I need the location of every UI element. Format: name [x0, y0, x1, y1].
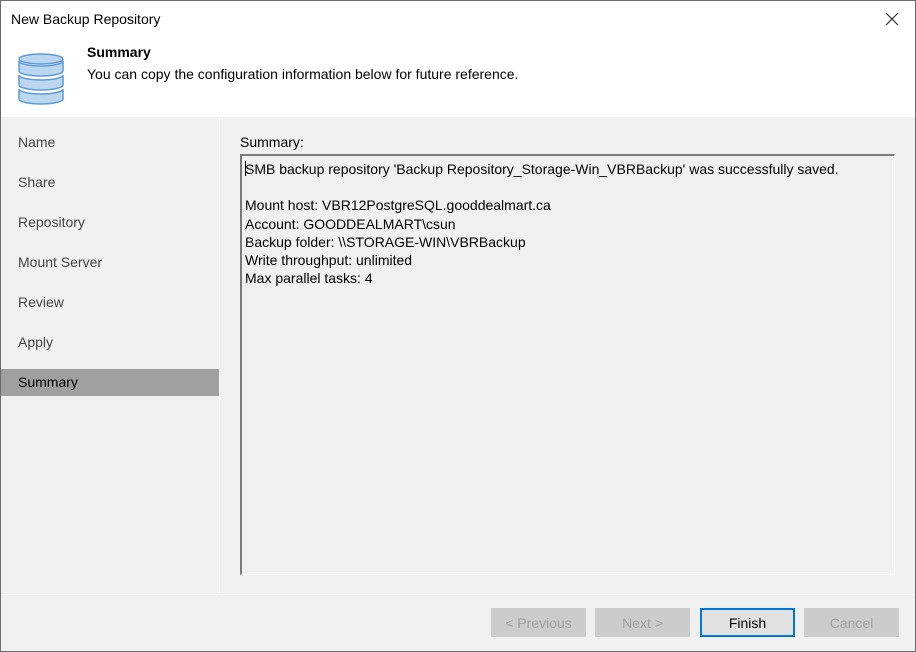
summary-line — [245, 178, 891, 196]
cancel-button[interactable]: Cancel — [804, 608, 899, 637]
step-review[interactable]: Review — [1, 289, 219, 316]
summary-line: Write throughput: unlimited — [245, 252, 413, 269]
title-bar: New Backup Repository — [1, 1, 915, 37]
database-icon — [18, 53, 64, 105]
step-title: Summary — [87, 44, 151, 60]
next-button[interactable]: Next > — [595, 608, 690, 637]
summary-line: Mount host: VBR12PostgreSQL.gooddealmart… — [245, 197, 551, 214]
previous-button[interactable]: < Previous — [491, 608, 586, 637]
summary-line: Max parallel tasks: 4 — [245, 270, 373, 287]
new-backup-repository-dialog: New Backup Repository Summary You can co… — [0, 0, 916, 652]
summary-line: Backup folder: \\STORAGE-WIN\VBRBackup — [245, 233, 526, 250]
summary-textbox[interactable]: SMB backup repository 'Backup Repository… — [240, 154, 895, 575]
step-summary[interactable]: Summary — [1, 369, 219, 396]
close-button[interactable] — [869, 1, 915, 37]
finish-button[interactable]: Finish — [700, 608, 795, 637]
step-share[interactable]: Share — [1, 169, 219, 196]
step-description: You can copy the configuration informati… — [87, 66, 519, 82]
step-name[interactable]: Name — [1, 129, 219, 156]
wizard-header: Summary You can copy the configuration i… — [1, 37, 915, 117]
step-repository[interactable]: Repository — [1, 209, 219, 236]
summary-label: Summary: — [240, 134, 304, 150]
footer-divider — [1, 594, 915, 595]
summary-line: SMB backup repository 'Backup Repository… — [245, 160, 891, 178]
summary-line: Account: GOODDEALMART\csun — [245, 215, 456, 232]
window-title: New Backup Repository — [11, 11, 161, 27]
step-apply[interactable]: Apply — [1, 329, 219, 356]
close-icon — [885, 12, 899, 26]
summary-line-text: SMB backup repository 'Backup Repository… — [245, 161, 839, 177]
wizard-steps: Name Share Repository Mount Server Revie… — [1, 117, 220, 594]
step-mount-server[interactable]: Mount Server — [1, 249, 219, 276]
